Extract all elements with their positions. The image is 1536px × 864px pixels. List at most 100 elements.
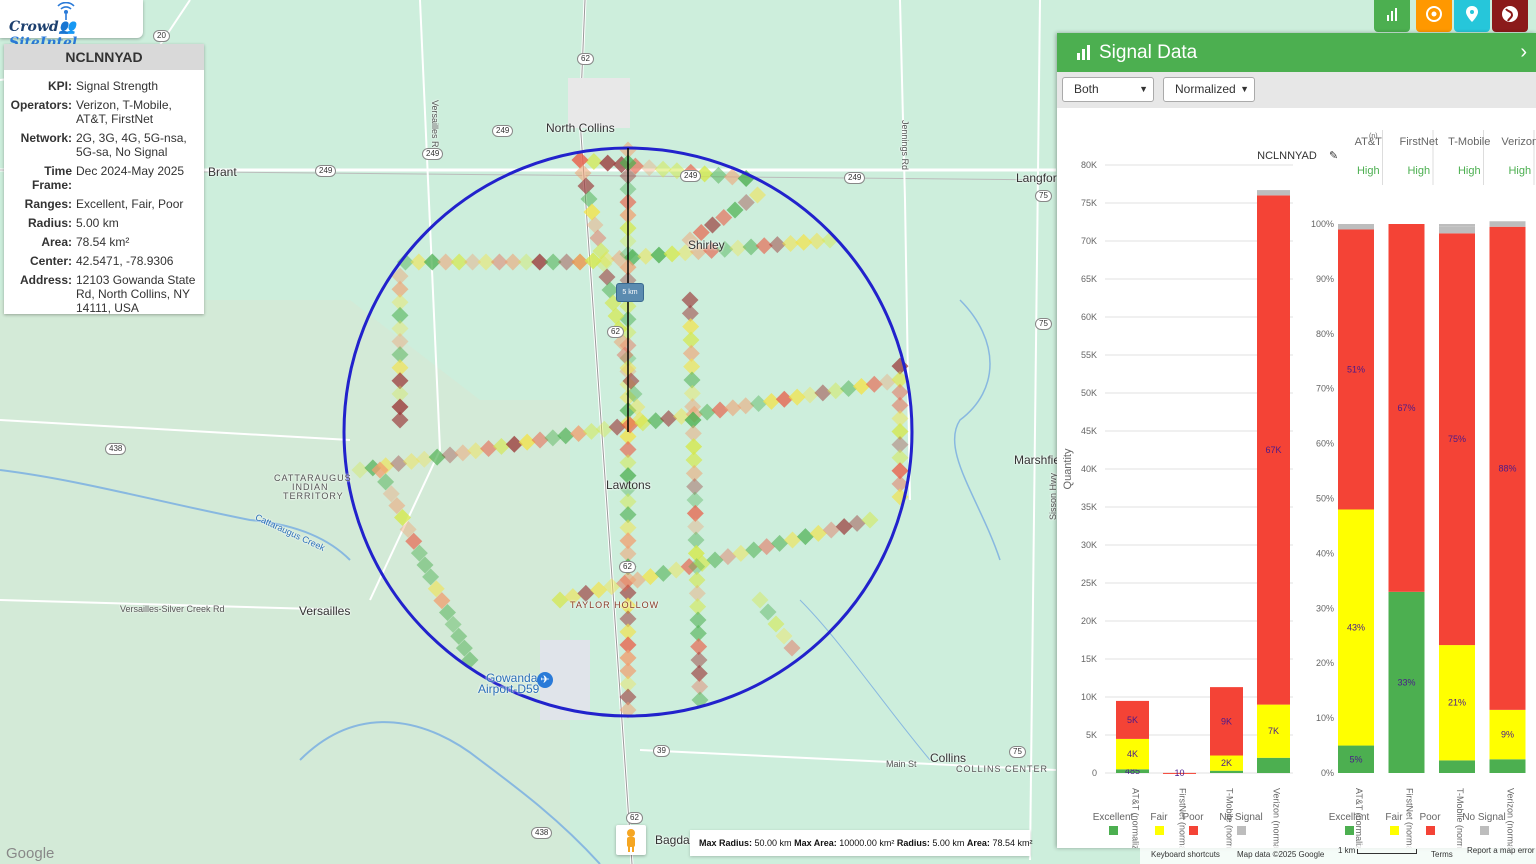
legend-label: Poor	[1182, 812, 1204, 823]
road-label: Main St	[886, 759, 917, 769]
legend-swatch	[1155, 826, 1164, 835]
info-row: Center: 42.5471, -78.9306	[4, 254, 204, 268]
map-data-attribution: Map data ©2025 Google	[1237, 850, 1325, 859]
legend-swatch	[1480, 826, 1489, 835]
operator-header: T-Mobile	[1448, 136, 1490, 148]
stat-value: 10000.00 km²	[839, 838, 895, 848]
info-row: Network: 2G, 3G, 4G, 5G-nsa, 5G-sa, No Si…	[4, 131, 204, 159]
collapse-chevron-icon[interactable]: ›	[1520, 33, 1527, 72]
normalization-select-value: Normalized	[1175, 82, 1236, 96]
stat-value: 5.00 km	[932, 838, 965, 848]
route-shield: 249	[844, 172, 866, 184]
chevron-down-icon: ▼	[1139, 84, 1148, 94]
info-value: Verizon, T-Mobile, AT&T, FirstNet	[76, 98, 172, 126]
y-tick-label: 100%	[1311, 219, 1334, 229]
google-logo: Google	[6, 845, 55, 862]
map-pin-icon	[1466, 6, 1478, 22]
y-tick-label: 80K	[1081, 160, 1097, 170]
info-key: Area:	[41, 235, 72, 249]
brand-name-part: Crowd	[9, 19, 59, 35]
data-label: 67%	[1397, 403, 1415, 413]
mode-select-value: Both	[1074, 82, 1099, 96]
street-view-button[interactable]	[616, 825, 646, 855]
y-tick-label: 30K	[1081, 540, 1097, 550]
info-row: Address: 12103 Gowanda State Rd, North Co…	[4, 273, 204, 315]
route-shield: 249	[492, 125, 514, 137]
keyboard-shortcuts-link[interactable]: Keyboard shortcuts	[1151, 850, 1220, 859]
normalization-select[interactable]: Normalized ▼	[1163, 77, 1255, 102]
data-label: 2K	[1221, 758, 1232, 768]
signal-charts: NCLNNYAD ✎ 0 5K 10K 15K 20K 25K 30K 35K 40K 45K 50K 5…	[1062, 130, 1536, 848]
y-tick-label: 50K	[1081, 388, 1097, 398]
route-shield: 75	[1035, 318, 1052, 330]
data-label: 5%	[1349, 754, 1362, 764]
operator-header: FirstNet	[1400, 136, 1439, 148]
info-key: Address:	[19, 273, 72, 287]
mode-select[interactable]: Both ▼	[1062, 77, 1154, 102]
x-tick-label: Verizon (normalized)	[1506, 788, 1516, 848]
x-tick-label: FirstNet (normalized)	[1405, 788, 1415, 848]
y-tick-label: 55K	[1081, 350, 1097, 360]
stat-label: Area:	[966, 838, 990, 848]
y-tick-label: 10K	[1081, 692, 1097, 702]
terms-link[interactable]: Terms	[1431, 850, 1453, 859]
y-tick-label: 65K	[1081, 274, 1097, 284]
info-row: Time Frame: Dec 2024-May 2025	[4, 164, 204, 192]
route-shield: 62	[607, 326, 624, 338]
legend-label: Fair	[1385, 812, 1403, 823]
place-label: TAYLOR HOLLOW	[570, 600, 660, 610]
info-value: Signal Strength	[76, 79, 159, 93]
x-tick-label: Verizon (normalized)	[1272, 788, 1282, 848]
place-label: Airport-D59	[478, 682, 540, 696]
radius-distance-label[interactable]: 5 km	[616, 283, 644, 302]
y-tick-label: 90%	[1316, 274, 1334, 284]
target-button[interactable]	[1416, 0, 1452, 32]
info-key: Network:	[20, 131, 72, 145]
chart-button[interactable]	[1374, 0, 1410, 32]
info-value: 12103 Gowanda State Rd, North Collins, N…	[76, 273, 196, 315]
data-label: 33%	[1397, 677, 1415, 687]
y-tick-label: 10%	[1316, 713, 1334, 723]
route-shield: 62	[626, 812, 643, 824]
coverage-level: High	[1508, 165, 1531, 177]
data-label: 7K	[1268, 726, 1279, 736]
stat-value: 50.00 km	[754, 838, 792, 848]
info-value: 2G, 3G, 4G, 5G-nsa, 5G-sa, No Signal	[76, 131, 187, 159]
report-error-link[interactable]: Report a map error	[1467, 846, 1535, 855]
info-key: Ranges:	[24, 197, 72, 211]
edit-icon: ✎	[1329, 149, 1338, 162]
coverage-level: High	[1357, 165, 1380, 177]
bar-segment	[1257, 190, 1290, 196]
data-label: 88%	[1498, 463, 1516, 473]
place-label: Marshfie	[1014, 453, 1061, 467]
place-label: Langfor	[1016, 171, 1057, 185]
info-value: Dec 2024-May 2025	[76, 164, 185, 178]
route-shield: 62	[619, 561, 636, 573]
app-logo[interactable]: Crowd👥SiteIntel	[0, 0, 143, 51]
airport-icon[interactable]: ✈	[537, 672, 553, 688]
legend-label: No Signal	[1462, 812, 1505, 823]
route-shield: 438	[105, 443, 127, 455]
globe-button[interactable]	[1492, 0, 1528, 32]
bar-segment	[1338, 224, 1374, 230]
legend-swatch	[1345, 826, 1354, 835]
info-key: KPI:	[48, 79, 72, 93]
location-button[interactable]	[1454, 0, 1490, 32]
data-label: 5K	[1127, 715, 1138, 725]
bar-segment	[1439, 760, 1475, 773]
route-shield: 249	[680, 170, 702, 182]
info-value: 5.00 km	[76, 216, 119, 230]
data-label: 67K	[1265, 445, 1281, 455]
bar-segment	[1489, 221, 1526, 227]
info-row: Ranges: Excellent, Fair, Poor	[4, 197, 204, 211]
route-shield: 39	[653, 745, 670, 757]
info-row: Area: 78.54 km²	[4, 235, 204, 249]
crowd-icon: 👥	[58, 19, 77, 35]
y-tick-label: 0%	[1321, 768, 1334, 778]
y-tick-label: 40K	[1081, 464, 1097, 474]
road-label: Jennings Rd	[900, 120, 910, 171]
legend-swatch	[1189, 826, 1198, 835]
legend-label: Poor	[1419, 812, 1441, 823]
y-tick-label: 40%	[1316, 548, 1334, 558]
place-label: Collins	[930, 751, 967, 765]
